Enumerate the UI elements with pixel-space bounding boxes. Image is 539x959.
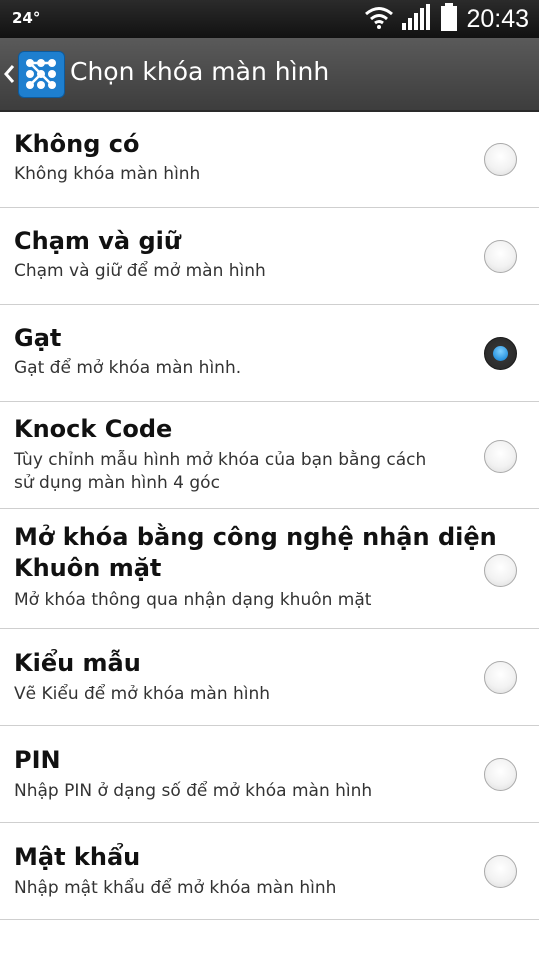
- clock-text: 20:43: [466, 4, 529, 33]
- option-password[interactable]: Mật khẩu Nhập mật khẩu để mở khóa màn hì…: [0, 823, 539, 920]
- option-none[interactable]: Không có Không khóa màn hình: [0, 112, 539, 208]
- page-title: Chọn khóa màn hình: [70, 57, 330, 86]
- option-subtitle: Không khóa màn hình: [14, 164, 201, 184]
- radio-button[interactable]: [484, 240, 517, 273]
- option-title: Kiểu mẫu: [14, 649, 141, 677]
- option-knock-code[interactable]: Knock Code Tùy chỉnh mẫu hình mở khóa củ…: [0, 402, 539, 509]
- radio-button-selected[interactable]: [484, 337, 517, 370]
- option-title: Không có: [14, 130, 140, 158]
- option-subtitle: Vẽ Kiểu để mở khóa màn hình: [14, 684, 271, 704]
- status-bar: 24° 20:43: [0, 0, 539, 38]
- option-subtitle: Gạt để mở khóa màn hình.: [14, 358, 242, 378]
- radio-button[interactable]: [484, 855, 517, 888]
- radio-button[interactable]: [484, 143, 517, 176]
- option-subtitle: Chạm và giữ để mở màn hình: [14, 261, 266, 281]
- option-pattern[interactable]: Kiểu mẫu Vẽ Kiểu để mở khóa màn hình: [0, 629, 539, 726]
- temperature-text: 24°: [12, 9, 41, 27]
- option-subtitle: Mở khóa thông qua nhận dạng khuôn mặt: [14, 590, 372, 610]
- option-title: PIN: [14, 746, 61, 774]
- option-title: Gạt: [14, 324, 62, 352]
- option-subtitle-line-2: sử dụng màn hình 4 góc: [14, 473, 220, 493]
- option-swipe[interactable]: Gạt Gạt để mở khóa màn hình.: [0, 305, 539, 402]
- option-title: Chạm và giữ: [14, 227, 181, 255]
- option-pin[interactable]: PIN Nhập PIN ở dạng số để mở khóa màn hì…: [0, 726, 539, 823]
- option-touch-and-hold[interactable]: Chạm và giữ Chạm và giữ để mở màn hình: [0, 208, 539, 305]
- radio-button[interactable]: [484, 440, 517, 473]
- option-face-unlock[interactable]: Mở khóa bằng công nghệ nhận diện Khuôn m…: [0, 509, 539, 629]
- option-subtitle-line-1: Tùy chỉnh mẫu hình mở khóa của bạn bằng …: [14, 450, 427, 470]
- chevron-left-icon[interactable]: [2, 56, 16, 96]
- radio-button[interactable]: [484, 661, 517, 694]
- option-title-line-1: Mở khóa bằng công nghệ nhận diện: [14, 523, 497, 551]
- option-subtitle: Nhập mật khẩu để mở khóa màn hình: [14, 878, 337, 898]
- option-title: Mật khẩu: [14, 843, 141, 871]
- status-icons: 20:43: [364, 3, 529, 35]
- radio-button[interactable]: [484, 758, 517, 791]
- option-title-line-2: Khuôn mặt: [14, 554, 162, 582]
- battery-icon: [440, 3, 458, 35]
- wifi-icon: [364, 5, 394, 33]
- pattern-lock-icon[interactable]: [18, 51, 65, 98]
- radio-selected-dot: [493, 346, 508, 361]
- signal-icon: [402, 4, 432, 34]
- option-title: Knock Code: [14, 415, 173, 443]
- action-bar: Chọn khóa màn hình: [0, 38, 539, 112]
- option-subtitle: Nhập PIN ở dạng số để mở khóa màn hình: [14, 781, 373, 801]
- radio-button[interactable]: [484, 554, 517, 587]
- lock-options-list: Không có Không khóa màn hình Chạm và giữ…: [0, 112, 539, 920]
